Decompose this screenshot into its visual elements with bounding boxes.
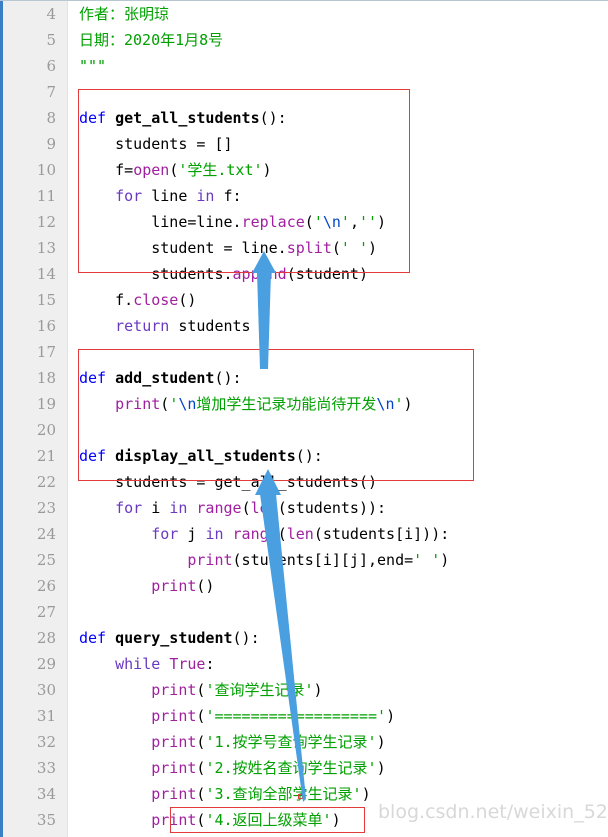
line-number: 7 — [46, 83, 56, 101]
code-line[interactable]: print('==================') — [68, 703, 608, 729]
code-line[interactable]: while True: — [68, 651, 608, 677]
code-content-area[interactable]: 作者：张明琼 日期：2020年1月8号 """ def get_all_student… — [68, 1, 608, 837]
code-line[interactable]: students = [] — [68, 131, 608, 157]
line-number: 34 — [36, 785, 56, 803]
line-number: 29 — [36, 655, 56, 673]
line-number: 28 — [36, 629, 56, 647]
code-line[interactable]: print('3.查询全部学生记录') — [68, 781, 608, 807]
line-number: 31 — [36, 707, 56, 725]
code-line[interactable]: def get_all_students(): — [68, 105, 608, 131]
code-line[interactable]: for j in range(len(students[i])): — [68, 521, 608, 547]
line-number: 23 — [36, 499, 56, 517]
code-line[interactable]: 作者：张明琼 — [68, 1, 608, 27]
line-number: 21 — [36, 447, 56, 465]
line-number: 8 — [46, 109, 56, 127]
line-number: 36 — [3, 833, 67, 837]
code-line[interactable]: students = get_all_students() — [68, 469, 608, 495]
line-number: 19 — [36, 395, 56, 413]
code-line[interactable]: 日期：2020年1月8号 — [68, 27, 608, 53]
line-number: 13 — [36, 239, 56, 257]
line-number: 27 — [36, 603, 56, 621]
line-number-gutter[interactable]: 4 5 6 7 8 9 10 11 12 13 14 15 16 17 18 19 20 21 22 23 24 25 26… — [0, 1, 68, 837]
code-line[interactable]: line=line.replace('\n','') — [68, 209, 608, 235]
line-number: 18 — [36, 369, 56, 387]
line-number: 17 — [36, 343, 56, 361]
line-number: 5 — [46, 31, 56, 49]
code-line[interactable]: f=open('学生.txt') — [68, 157, 608, 183]
code-line[interactable]: print('==================') — [68, 833, 608, 837]
line-number: 9 — [46, 135, 56, 153]
code-line[interactable] — [68, 417, 608, 443]
line-number: 32 — [36, 733, 56, 751]
line-number: 33 — [36, 759, 56, 777]
line-number: 10 — [36, 161, 56, 179]
code-line[interactable]: for i in range(len(students)): — [68, 495, 608, 521]
code-line[interactable]: print('4.返回上级菜单') — [68, 807, 608, 833]
line-number: 14 — [36, 265, 56, 283]
code-line[interactable]: """ — [68, 53, 608, 79]
code-line[interactable]: student = line.split(' ') — [68, 235, 608, 261]
code-line[interactable]: print('2.按姓名查询学生记录') — [68, 755, 608, 781]
code-line[interactable]: f.close() — [68, 287, 608, 313]
code-line[interactable]: for line in f: — [68, 183, 608, 209]
line-number: 12 — [36, 213, 56, 231]
code-line[interactable]: print('查询学生记录') — [68, 677, 608, 703]
code-line[interactable]: students.append(student) — [68, 261, 608, 287]
line-number: 26 — [36, 577, 56, 595]
code-line[interactable] — [68, 339, 608, 365]
line-number: 35 — [36, 811, 56, 829]
code-line[interactable]: def display_all_students(): — [68, 443, 608, 469]
line-number: 24 — [36, 525, 56, 543]
line-number: 25 — [36, 551, 56, 569]
line-number: 16 — [36, 317, 56, 335]
code-line[interactable]: print('\n增加学生记录功能尚待开发\n') — [68, 391, 608, 417]
line-number: 30 — [36, 681, 56, 699]
line-number: 6 — [46, 57, 56, 75]
line-number: 22 — [36, 473, 56, 491]
code-line[interactable]: return students — [68, 313, 608, 339]
line-number: 11 — [36, 187, 56, 205]
line-number: 4 — [46, 5, 56, 23]
code-line[interactable]: print() — [68, 573, 608, 599]
code-line[interactable] — [68, 599, 608, 625]
code-line[interactable]: print(students[i][j],end=' ') — [68, 547, 608, 573]
annotation-dot-marker — [298, 794, 303, 799]
line-number: 20 — [36, 421, 56, 439]
code-line[interactable]: def query_student(): — [68, 625, 608, 651]
code-line[interactable]: print('1.按学号查询学生记录') — [68, 729, 608, 755]
code-editor[interactable]: 4 5 6 7 8 9 10 11 12 13 14 15 16 17 18 19 20 21 22 23 24 25 26… — [0, 0, 608, 837]
code-line[interactable]: def add_student(): — [68, 365, 608, 391]
line-number: 15 — [36, 291, 56, 309]
code-line[interactable] — [68, 79, 608, 105]
